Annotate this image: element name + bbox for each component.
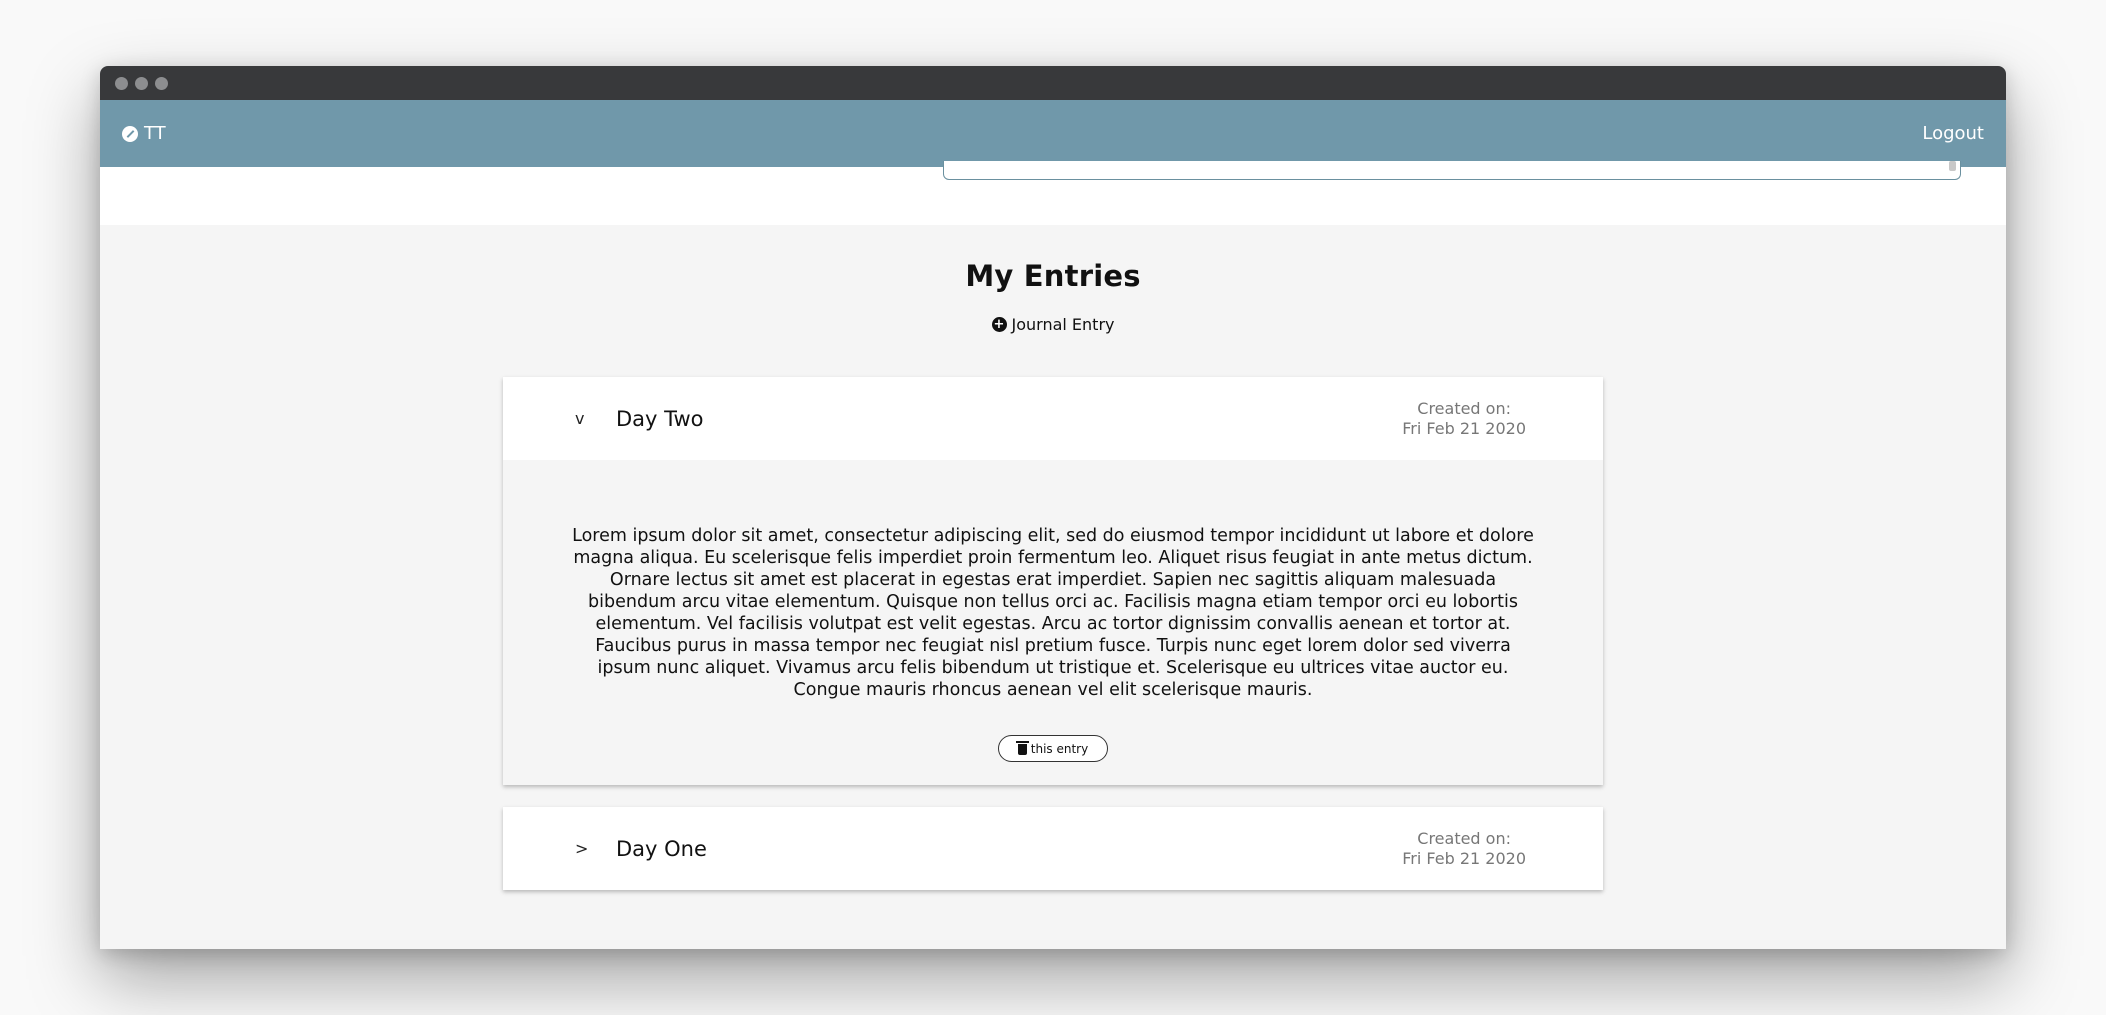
trash-icon <box>1015 740 1029 755</box>
entries-list: v Day Two Created on: Fri Feb 21 2020 Lo… <box>503 377 1603 890</box>
window-close-dot[interactable] <box>115 76 128 90</box>
window-minimize-dot[interactable] <box>135 76 148 90</box>
logout-link[interactable]: Logout <box>1922 123 1984 144</box>
textarea-scrollbar[interactable] <box>1949 161 1956 171</box>
entry-form-section <box>100 161 2006 225</box>
add-journal-entry-button[interactable]: + Journal Entry <box>100 315 2006 334</box>
chevron-right-icon[interactable]: > <box>575 839 588 858</box>
entry-header[interactable]: > Day One Created on: Fri Feb 21 2020 <box>503 807 1603 890</box>
created-label: Created on: <box>1417 828 1511 848</box>
browser-window: TT Logout My Entries + Journal Entry v D… <box>100 66 2006 949</box>
window-maximize-dot[interactable] <box>155 76 168 90</box>
plus-circle-icon: + <box>991 317 1007 332</box>
window-titlebar <box>100 66 2006 100</box>
entry-created-meta: Created on: Fri Feb 21 2020 <box>1402 399 1526 439</box>
delete-entry-button[interactable]: this entry <box>998 735 1108 762</box>
delete-entry-label: this entry <box>1030 741 1089 756</box>
page-title: My Entries <box>965 259 1141 293</box>
entry-card: v Day Two Created on: Fri Feb 21 2020 Lo… <box>503 377 1603 785</box>
entries-section: My Entries + Journal Entry v Day Two Cre… <box>100 225 2006 890</box>
created-label: Created on: <box>1417 398 1511 418</box>
entry-title: Day One <box>616 836 707 861</box>
entry-title: Day Two <box>616 406 704 431</box>
entry-body: Lorem ipsum dolor sit amet, consectetur … <box>503 460 1603 785</box>
navbar: TT Logout <box>100 100 2006 167</box>
entry-header[interactable]: v Day Two Created on: Fri Feb 21 2020 <box>503 377 1603 460</box>
created-date: Fri Feb 21 2020 <box>1402 848 1526 868</box>
entry-created-meta: Created on: Fri Feb 21 2020 <box>1402 829 1526 869</box>
brand-label: TT <box>144 123 166 144</box>
entry-card: > Day One Created on: Fri Feb 21 2020 <box>503 807 1603 890</box>
created-date: Fri Feb 21 2020 <box>1402 418 1526 438</box>
compass-icon <box>122 125 138 142</box>
add-journal-entry-label: Journal Entry <box>1011 315 1115 334</box>
brand-link[interactable]: TT <box>122 123 166 144</box>
chevron-down-icon[interactable]: v <box>575 409 584 428</box>
entry-text: Lorem ipsum dolor sit amet, consectetur … <box>572 526 1534 700</box>
entry-textarea[interactable] <box>943 161 1961 180</box>
